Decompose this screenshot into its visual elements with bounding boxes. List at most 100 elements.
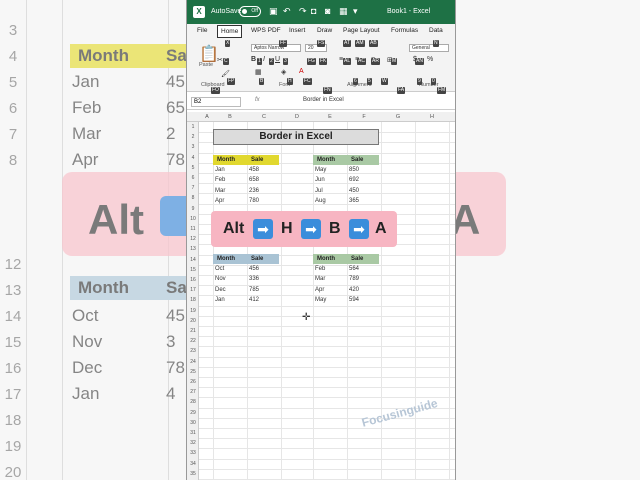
table-cell[interactable]: Nov	[213, 274, 226, 284]
table-cell[interactable]: Mar	[313, 274, 325, 284]
tab-insert[interactable]: Insert	[289, 27, 305, 34]
italic-icon[interactable]: I	[263, 56, 265, 63]
save-icon[interactable]: ▣	[269, 6, 278, 17]
row-header[interactable]: 26	[187, 379, 199, 385]
column-header-a[interactable]: A	[201, 114, 213, 120]
bold-icon[interactable]: B	[251, 56, 256, 63]
table-header-cell[interactable]: Month	[315, 155, 335, 165]
table-cell[interactable]: Feb	[313, 264, 325, 274]
table-cell[interactable]: Oct	[213, 264, 224, 274]
paste-label[interactable]: Paste	[199, 62, 213, 68]
fill-color-icon[interactable]: ◈	[281, 68, 286, 76]
table-header-cell[interactable]: Month	[215, 254, 235, 264]
row-header[interactable]: 33	[187, 450, 199, 456]
column-header-f[interactable]: F	[347, 114, 381, 120]
row-header[interactable]: 3	[187, 144, 199, 150]
table-cell[interactable]: Aug	[313, 196, 326, 206]
row-header[interactable]: 11	[187, 226, 199, 232]
table-cell[interactable]: 236	[247, 186, 259, 196]
table-cell[interactable]: 780	[247, 196, 259, 206]
row-header[interactable]: 20	[187, 318, 199, 324]
row-header[interactable]: 12	[187, 236, 199, 242]
table-cell[interactable]: Jan	[213, 295, 225, 305]
table-cell[interactable]: 692	[347, 175, 359, 185]
row-header[interactable]: 4	[187, 155, 199, 161]
table-cell[interactable]: Jun	[313, 175, 325, 185]
tab-data[interactable]: Data	[429, 27, 443, 34]
table-cell[interactable]: Apr	[213, 196, 224, 206]
borders-icon[interactable]: ▦	[255, 68, 262, 76]
format-painter-icon[interactable]: 🖌	[221, 70, 230, 78]
tab-draw[interactable]: Draw	[317, 27, 332, 34]
tab-formulas[interactable]: Formulas	[391, 27, 418, 34]
camera-icon[interactable]: ◘	[311, 6, 316, 16]
row-header[interactable]: 29	[187, 410, 199, 416]
row-header[interactable]: 30	[187, 420, 199, 426]
sheet-title-cell[interactable]: Border in Excel	[213, 129, 379, 145]
percent-icon[interactable]: %	[427, 56, 433, 63]
row-header[interactable]: 10	[187, 216, 199, 222]
table-header-cell[interactable]: Sale	[249, 155, 263, 165]
row-header[interactable]: 34	[187, 461, 199, 467]
column-header-d[interactable]: D	[281, 114, 313, 120]
row-header[interactable]: 18	[187, 297, 199, 303]
row-header[interactable]: 6	[187, 175, 199, 181]
row-header[interactable]: 13	[187, 246, 199, 252]
row-header[interactable]: 15	[187, 267, 199, 273]
column-header-g[interactable]: G	[381, 114, 415, 120]
table-cell[interactable]: 456	[247, 264, 259, 274]
tab-home[interactable]: Home	[217, 25, 243, 38]
row-header[interactable]: 25	[187, 369, 199, 375]
row-header[interactable]: 31	[187, 430, 199, 436]
autosave-toggle[interactable]: Off	[239, 6, 261, 17]
row-header[interactable]: 21	[187, 328, 199, 334]
cut-icon[interactable]: ✂	[217, 56, 223, 64]
redo-icon[interactable]: ↷	[299, 6, 307, 17]
font-name-select[interactable]: Aptos Narrow	[251, 44, 301, 52]
row-header[interactable]: 32	[187, 440, 199, 446]
table-cell[interactable]: May	[313, 295, 326, 305]
table-cell[interactable]: 365	[347, 196, 359, 206]
row-header[interactable]: 19	[187, 308, 199, 314]
table-header-cell[interactable]: Month	[315, 254, 335, 264]
number-format-select[interactable]: General	[409, 44, 449, 52]
row-header[interactable]: 14	[187, 257, 199, 263]
table-cell[interactable]: 658	[247, 175, 259, 185]
table-cell[interactable]: Feb	[213, 175, 225, 185]
row-header[interactable]: 24	[187, 359, 199, 365]
table-cell[interactable]: 594	[347, 295, 359, 305]
grid-icon[interactable]: ▦	[339, 6, 348, 17]
quick-access-more-icon[interactable]: ▾	[353, 6, 358, 17]
table-cell[interactable]: Dec	[213, 285, 226, 295]
row-header[interactable]: 17	[187, 287, 199, 293]
font-color-icon[interactable]: A	[299, 68, 304, 75]
row-header[interactable]: 35	[187, 471, 199, 477]
table-cell[interactable]: Apr	[313, 285, 324, 295]
table-header-cell[interactable]: Sale	[349, 254, 363, 264]
undo-icon[interactable]: ↶	[283, 6, 291, 17]
tab-file[interactable]: File	[197, 27, 207, 34]
row-header[interactable]: 9	[187, 206, 199, 212]
row-header[interactable]: 2	[187, 134, 199, 140]
table-cell[interactable]: Mar	[213, 186, 225, 196]
table-cell[interactable]: 412	[247, 295, 259, 305]
table-header-cell[interactable]: Sale	[349, 155, 363, 165]
row-header[interactable]: 8	[187, 195, 199, 201]
table-header-cell[interactable]: Month	[215, 155, 235, 165]
table-cell[interactable]: 785	[247, 285, 259, 295]
row-header[interactable]: 1	[187, 124, 199, 130]
table-cell[interactable]: 564	[347, 264, 359, 274]
tab-wps-pdf[interactable]: WPS PDF	[251, 27, 281, 34]
worksheet[interactable]: A B C D E F G H 1 2 3 4 5 6 7 8 9 10 11 12 13 14 15 16 1…	[187, 112, 455, 480]
row-header[interactable]: 16	[187, 277, 199, 283]
column-header-b[interactable]: B	[213, 114, 247, 120]
table-cell[interactable]: 458	[247, 165, 259, 175]
underline-icon[interactable]: U	[275, 56, 280, 63]
table-cell[interactable]: 850	[347, 165, 359, 175]
column-header-h[interactable]: H	[415, 114, 449, 120]
table-header-cell[interactable]: Sale	[249, 254, 263, 264]
name-box[interactable]: B2	[191, 97, 241, 107]
table-cell[interactable]: May	[313, 165, 326, 175]
fx-icon[interactable]: fx	[255, 97, 260, 103]
table-cell[interactable]: Jan	[213, 165, 225, 175]
